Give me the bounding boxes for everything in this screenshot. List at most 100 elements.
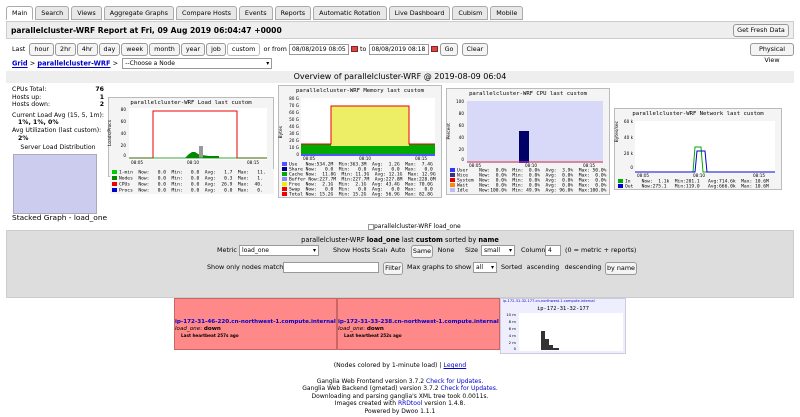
cpu-legend-row: Idle Now:100.0% Min: 49.9% Avg: 96.0% Ma… bbox=[450, 188, 606, 194]
idle-area bbox=[467, 101, 603, 163]
sort-ascending-button[interactable]: ascending bbox=[525, 262, 561, 275]
x-tick: 08:10 bbox=[693, 173, 706, 178]
legend-swatch bbox=[618, 179, 623, 183]
range-day-button[interactable]: day bbox=[98, 43, 121, 56]
physical-view-button[interactable]: Physical View bbox=[750, 43, 794, 64]
scaled-none-button[interactable]: None bbox=[435, 245, 457, 258]
calendar-icon[interactable] bbox=[351, 46, 358, 52]
network-legend-row: Out Now:275.1 Min:119.0 Avg:666.0k Max: … bbox=[618, 184, 769, 190]
load-graph-y-ticks: 80 60 40 20 0 bbox=[118, 107, 126, 158]
legend-swatch bbox=[450, 188, 455, 192]
sort-by-name-button[interactable]: by name bbox=[605, 262, 637, 275]
breadcrumb-cluster-link[interactable]: parallelcluster-WRF bbox=[37, 60, 110, 68]
tab-main[interactable]: Main bbox=[6, 6, 34, 20]
range-custom-button[interactable]: custom bbox=[226, 43, 261, 56]
footer-backend-version: Ganglia Web Backend (gmetad) version 3.7… bbox=[0, 385, 800, 392]
tab-reports[interactable]: Reports bbox=[274, 6, 312, 20]
rrdtool-link[interactable]: RRDtool bbox=[398, 400, 422, 407]
footer-frontend-version: Ganglia Web Frontend version 3.7.2 Check… bbox=[0, 378, 800, 385]
legend-swatch bbox=[112, 176, 117, 180]
tab-events[interactable]: Events bbox=[238, 6, 273, 20]
load-graph-ylabel: Loads/Procs bbox=[108, 120, 113, 146]
columns-hint: (0 = metric + reports) bbox=[565, 246, 637, 254]
sorted-label: Sorted bbox=[501, 263, 523, 271]
filter-button[interactable]: Filter bbox=[383, 262, 403, 275]
server-load-distribution-label: Server Load Distribution bbox=[20, 144, 96, 152]
cpu-graph[interactable]: parallelcluster-WRF CPU last custom Perc… bbox=[446, 88, 610, 195]
go-button[interactable]: Go bbox=[439, 43, 459, 56]
tab-automatic-rotation[interactable]: Automatic Rotation bbox=[313, 6, 387, 20]
metric-select-value: load_one bbox=[242, 247, 269, 254]
node-filter-input[interactable] bbox=[283, 262, 379, 273]
to-date-input[interactable]: 08/08/2019 08:18 bbox=[368, 44, 429, 55]
y-tick: 20 G bbox=[289, 138, 299, 143]
legend-link[interactable]: Legend bbox=[444, 362, 467, 369]
node-tile[interactable]: ip-172-31-46-220.cn-northwest-1.compute.… bbox=[174, 298, 337, 350]
from-date-input[interactable]: 08/08/2019 08:05 bbox=[288, 44, 349, 55]
node-select-value: --Choose a Node bbox=[125, 60, 175, 67]
node-tile[interactable]: ip-172-31-33-238.cn-northwest-1.compute.… bbox=[337, 298, 500, 350]
node-select[interactable]: --Choose a Node ▾ bbox=[122, 58, 273, 69]
range-week-button[interactable]: week bbox=[121, 43, 149, 56]
y-tick: 80 bbox=[120, 107, 126, 112]
calendar-icon[interactable] bbox=[430, 46, 438, 52]
tab-mobile[interactable]: Mobile bbox=[490, 6, 524, 20]
hosts-down-label: Hosts down: bbox=[12, 101, 51, 109]
tab-cubism[interactable]: Cubism bbox=[452, 6, 489, 20]
max-graphs-select[interactable]: all ▾ bbox=[473, 262, 497, 273]
node-tile[interactable]: ip-172-31-32-177.cn-northwest-1.compute.… bbox=[500, 298, 626, 354]
node-hostname-link[interactable]: ip-172-31-46-220.cn-northwest-1.compute.… bbox=[175, 319, 338, 325]
memory-graph-y-ticks: 80 G 70 G 60 G 50 G 40 G 30 G 20 G 10 G … bbox=[285, 96, 299, 157]
y-tick: 50 G bbox=[289, 117, 299, 122]
range-2hr-button[interactable]: 2hr bbox=[55, 43, 76, 56]
size-select[interactable]: small ▾ bbox=[481, 245, 515, 256]
tab-views[interactable]: Views bbox=[71, 6, 102, 20]
legend-swatch bbox=[450, 173, 455, 177]
cpu-graph-plot bbox=[467, 101, 603, 163]
range-hour-button[interactable]: hour bbox=[29, 43, 55, 56]
y-tick: 2 m bbox=[508, 340, 516, 345]
chevron-down-icon: ▾ bbox=[508, 247, 512, 254]
scaled-auto-button[interactable]: Auto bbox=[387, 245, 409, 258]
metric-select[interactable]: load_one ▾ bbox=[239, 245, 319, 256]
range-year-button[interactable]: year bbox=[180, 43, 206, 56]
tab-compare-hosts[interactable]: Compare Hosts bbox=[176, 6, 237, 20]
footer-text: Ganglia Web Frontend version 3.7.2 bbox=[316, 378, 425, 385]
columns-select[interactable]: 4 bbox=[545, 245, 561, 256]
tab-live-dashboard[interactable]: Live Dashboard bbox=[388, 6, 451, 20]
memory-graph-ylabel: Bytes bbox=[279, 126, 284, 139]
load-graph[interactable]: parallelcluster-WRF Load last custom Loa… bbox=[108, 97, 274, 177]
get-fresh-data-button[interactable]: Get Fresh Data bbox=[733, 24, 789, 37]
tab-search[interactable]: Search bbox=[35, 6, 70, 20]
memory-graph[interactable]: parallelcluster-WRF Memory last custom B… bbox=[278, 85, 442, 198]
plot-background bbox=[635, 121, 775, 173]
range-job-button[interactable]: job bbox=[206, 43, 226, 56]
check-updates-link[interactable]: Check for Updates. bbox=[440, 385, 497, 392]
node-color-note-text: (Nodes colored by 1-minute load) bbox=[333, 362, 438, 369]
clear-button[interactable]: Clear bbox=[461, 43, 489, 56]
load-graph-plot bbox=[129, 108, 267, 160]
y-tick: 8 m bbox=[508, 319, 516, 324]
range-month-button[interactable]: month bbox=[149, 43, 180, 56]
y-tick: 6 m bbox=[508, 326, 516, 331]
size-label: Size bbox=[465, 246, 479, 254]
node-hostname-link[interactable]: ip-172-31-32-177.cn-northwest-1.compute.… bbox=[503, 299, 625, 303]
tab-aggregate-graphs[interactable]: Aggregate Graphs bbox=[103, 6, 175, 20]
network-legend-box: In Now: 1.1k Min:201.1 Avg:714.6k Max: 1… bbox=[618, 179, 780, 190]
y-tick: 4 m bbox=[508, 333, 516, 338]
load-legend-box: 1-min Now: 0.0 Min: 0.0 Avg: 1.7 Max: 11… bbox=[110, 169, 274, 194]
range-4hr-button[interactable]: 4hr bbox=[76, 43, 98, 56]
sort-descending-button[interactable]: descending bbox=[563, 262, 603, 275]
breadcrumb-grid-link[interactable]: Grid bbox=[12, 60, 28, 68]
breadcrumb-separator: > bbox=[110, 59, 121, 68]
legend-text: Out Now:275.1 Min:119.0 Avg:666.0k Max: … bbox=[625, 184, 769, 190]
network-graph-x-ticks: 08:05 08:10 08:15 bbox=[635, 173, 775, 178]
scaled-same-button[interactable]: Same bbox=[411, 245, 433, 258]
node-color-note: (Nodes colored by 1-minute load) | Legen… bbox=[333, 362, 467, 369]
node-hostname-link[interactable]: ip-172-31-33-238.cn-northwest-1.compute.… bbox=[338, 319, 501, 325]
node-status: load_one: down bbox=[175, 326, 221, 332]
node-metric: load_one bbox=[175, 326, 201, 332]
network-graph[interactable]: parallelcluster-WRF Network last custom … bbox=[614, 108, 782, 190]
check-updates-link[interactable]: Check for Updates. bbox=[426, 378, 483, 385]
memory-legend-row: Total Now: 15.2G Min: 15.2G Avg: 56.9G M… bbox=[282, 192, 433, 198]
